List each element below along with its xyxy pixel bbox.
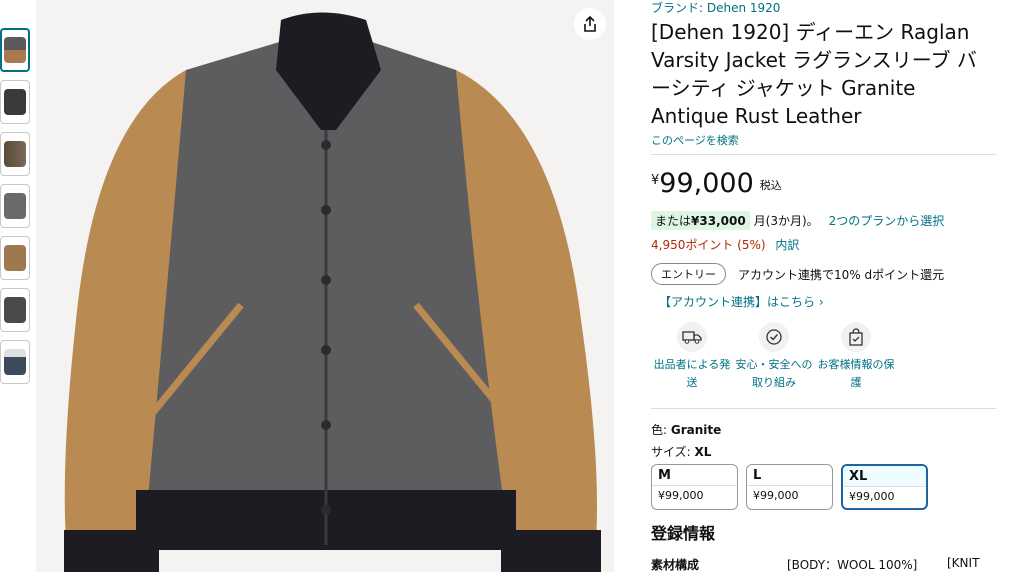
product-info: ブランド: Dehen 1920 [Dehen 1920] ディーエン Ragl… — [651, 0, 996, 572]
feature-label: お客様情報の保護 — [817, 358, 895, 389]
truck-icon — [677, 322, 707, 352]
spec-value-2: [KNIT — [947, 556, 980, 570]
feature-list: 出品者による発送 安心・安全への取り組み お客様情報の保護 — [651, 322, 911, 392]
divider — [651, 408, 996, 409]
size-price: ¥99,000 — [652, 485, 737, 505]
thumbnail-7[interactable] — [0, 340, 30, 384]
main-product-image[interactable] — [36, 0, 614, 572]
jacket-illustration — [36, 0, 614, 572]
installment-prefix: または — [655, 214, 692, 228]
size-name: XL — [843, 466, 926, 486]
feature-safety[interactable]: 安心・安全への取り組み — [733, 322, 815, 392]
thumbnail-list — [0, 28, 32, 392]
points-value: 4,950ポイント (5%) — [651, 238, 766, 252]
search-page-link[interactable]: このページを検索 — [651, 132, 996, 148]
entry-text: アカウント連携で10% dポイント還元 — [738, 267, 945, 282]
feature-label: 出品者による発送 — [653, 358, 731, 389]
size-option-l[interactable]: L ¥99,000 — [746, 464, 833, 510]
bag-check-icon — [841, 322, 871, 352]
price-row: ¥ 99,000 税込 — [651, 169, 996, 199]
size-price: ¥99,000 — [747, 485, 832, 505]
installment-suffix: 月(3か月)。 — [753, 214, 819, 228]
installment-amount: ¥33,000 — [691, 214, 746, 228]
feature-shipping[interactable]: 出品者による発送 — [651, 322, 733, 392]
thumbnail-image — [4, 297, 26, 323]
size-value: XL — [694, 445, 712, 459]
share-icon — [584, 15, 596, 32]
spec-value: [BODY：WOOL 100%] — [787, 558, 918, 572]
thumbnail-3[interactable] — [0, 132, 30, 176]
brand-link[interactable]: ブランド: Dehen 1920 — [651, 0, 996, 16]
thumbnail-4[interactable] — [0, 184, 30, 228]
size-option-xl[interactable]: XL ¥99,000 — [841, 464, 928, 510]
size-label: サイズ: — [651, 445, 691, 459]
color-label: 色: — [651, 423, 668, 437]
entry-row: エントリー アカウント連携で10% dポイント還元 — [651, 263, 996, 285]
share-button[interactable] — [574, 8, 606, 40]
feature-privacy[interactable]: お客様情報の保護 — [815, 322, 897, 392]
thumbnail-image — [4, 349, 26, 375]
entry-button[interactable]: エントリー — [651, 263, 726, 285]
size-row: サイズ: XL — [651, 443, 996, 460]
registration-title: 登録情報 — [651, 524, 716, 543]
size-name: L — [753, 468, 762, 483]
feature-label: 安心・安全への取り組み — [735, 358, 813, 389]
thumbnail-1[interactable] — [0, 28, 30, 72]
product-title: [Dehen 1920] ディーエン Raglan Varsity Jacket… — [651, 20, 977, 128]
size-name: M — [658, 468, 671, 483]
tax-label: 税込 — [759, 179, 782, 192]
spec-row: 素材構成 [BODY：WOOL 100%] [KNIT — [651, 556, 996, 572]
points-row: 4,950ポイント (5%) 内訳 — [651, 236, 996, 253]
thumbnail-5[interactable] — [0, 236, 30, 280]
size-options: M ¥99,000 L ¥99,000 XL ¥99,000 — [651, 464, 996, 510]
account-link[interactable]: 【アカウント連携】はこちら › — [651, 293, 996, 310]
thumbnail-image — [4, 141, 26, 167]
shield-check-icon — [759, 322, 789, 352]
installment-badge: または¥33,000 — [651, 211, 750, 230]
size-option-m[interactable]: M ¥99,000 — [651, 464, 738, 510]
thumbnail-image — [4, 89, 26, 115]
thumbnail-image — [4, 37, 26, 63]
color-value: Granite — [670, 423, 722, 437]
color-row: 色: Granite — [651, 421, 996, 438]
spec-key: 素材構成 — [651, 558, 700, 572]
divider — [651, 154, 996, 155]
price: 99,000 — [659, 168, 754, 199]
installment-row: または¥33,000 月(3か月)。 2つのプランから選択 — [651, 211, 996, 230]
thumbnail-6[interactable] — [0, 288, 30, 332]
points-detail-link[interactable]: 内訳 — [775, 238, 799, 252]
installment-plans-link[interactable]: 2つのプランから選択 — [829, 212, 945, 229]
size-price: ¥99,000 — [843, 486, 926, 506]
thumbnail-image — [4, 193, 26, 219]
thumbnail-image — [4, 245, 26, 271]
thumbnail-2[interactable] — [0, 80, 30, 124]
price-symbol: ¥ — [651, 173, 660, 188]
